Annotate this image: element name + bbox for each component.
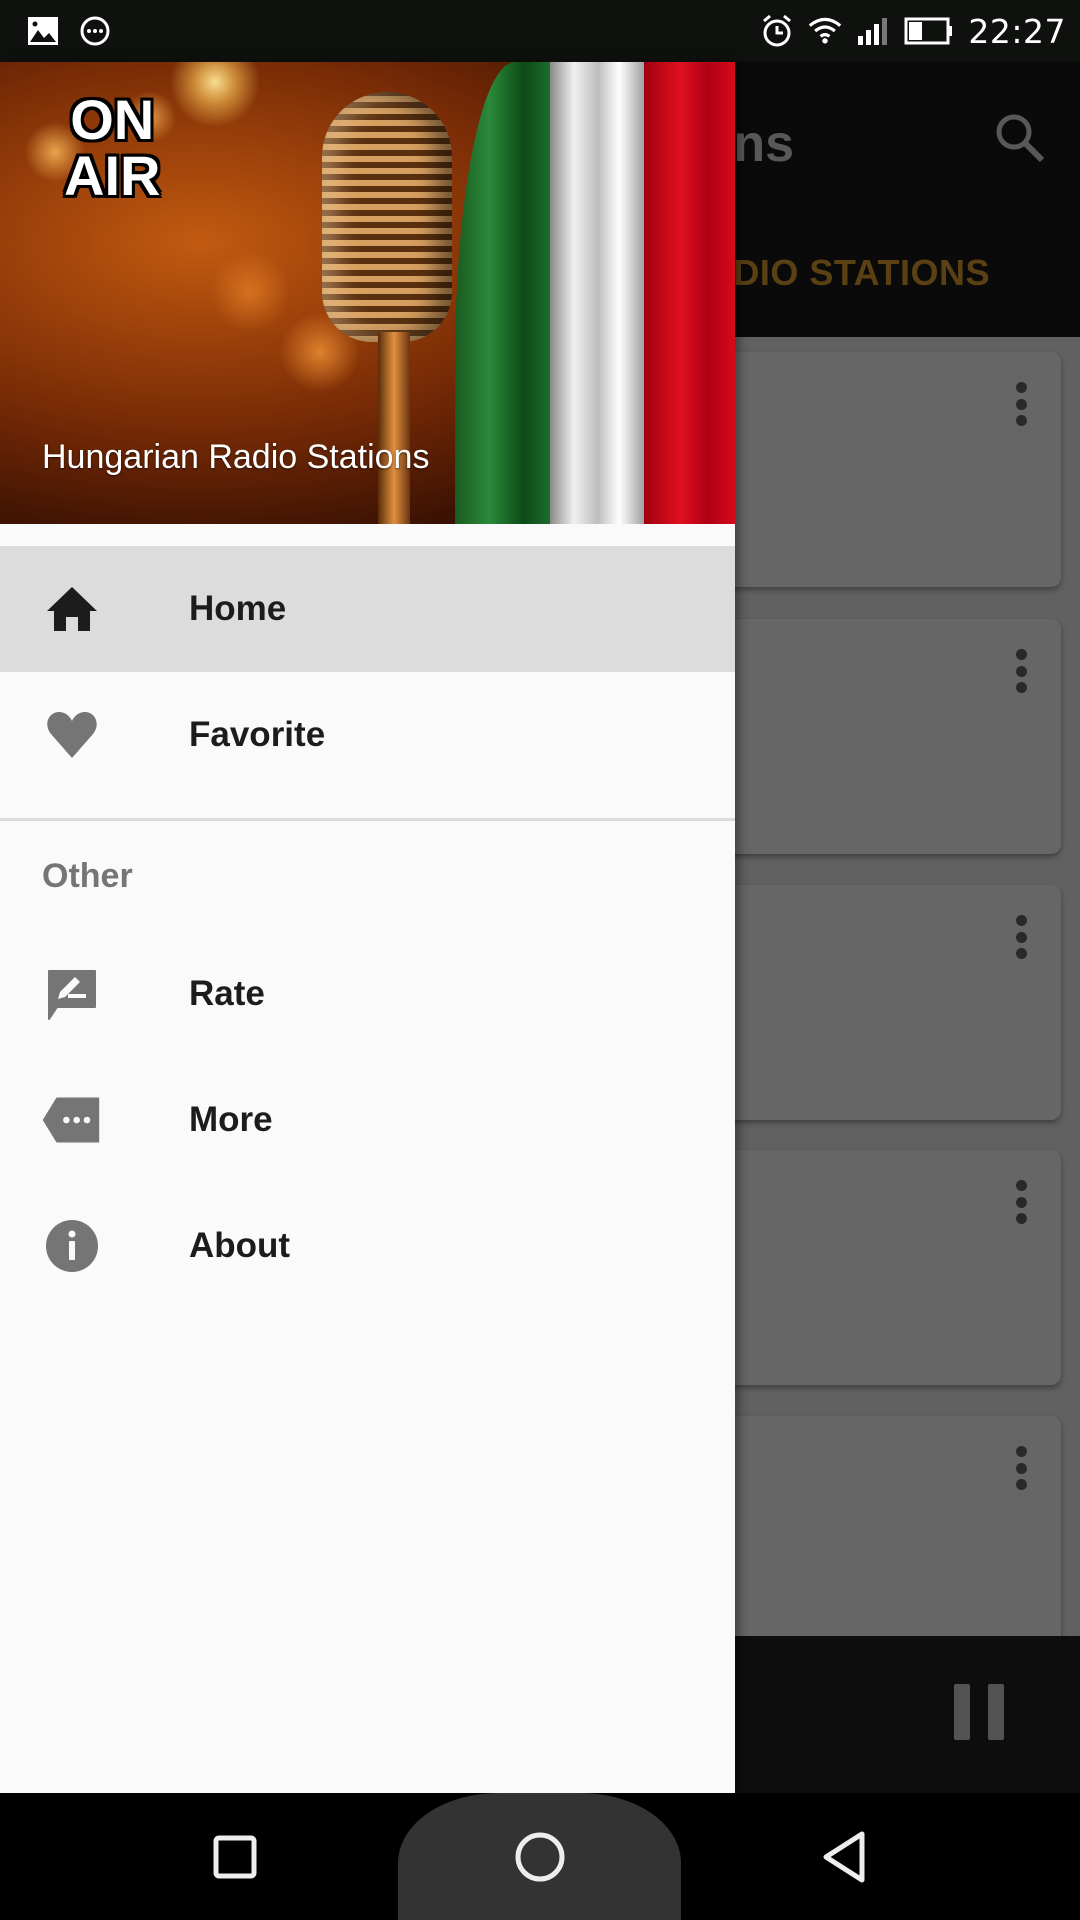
back-icon	[823, 1831, 865, 1882]
drawer-header: ON AIR Hungarian Radio Stations	[0, 62, 735, 524]
info-icon	[42, 1216, 102, 1276]
microphone-image	[322, 92, 452, 342]
flag-stripe-red	[644, 62, 735, 524]
drawer-menu: Home Favorite Other Rate More About	[0, 546, 735, 1309]
flag-stripe-green	[455, 62, 553, 524]
drawer-item-about[interactable]: About	[0, 1183, 735, 1309]
back-button[interactable]	[800, 1793, 890, 1920]
cellular-signal-icon	[856, 14, 890, 48]
system-nav-bar	[0, 1793, 1080, 1920]
home-icon	[42, 579, 102, 639]
drawer-section-header: Other	[42, 856, 133, 895]
drawer-header-title: Hungarian Radio Stations	[42, 438, 430, 476]
home-button[interactable]	[398, 1793, 681, 1920]
flag-stripe-white	[550, 62, 646, 524]
drawer-item-more[interactable]: More	[0, 1057, 735, 1183]
drawer-item-home[interactable]: Home	[0, 546, 735, 672]
drawer-item-label: Rate	[189, 974, 265, 1013]
drawer-item-favorite[interactable]: Favorite	[0, 672, 735, 798]
on-air-line2: AIR	[64, 144, 161, 207]
drawer-item-rate[interactable]: Rate	[0, 931, 735, 1057]
more-label-icon	[42, 1090, 102, 1150]
image-notification-icon	[26, 14, 60, 48]
home-circle-icon	[515, 1832, 564, 1881]
navigation-drawer: ON AIR Hungarian Radio Stations Home Fav…	[0, 62, 735, 1793]
drawer-item-label: About	[189, 1226, 291, 1265]
on-air-line1: ON	[70, 88, 155, 151]
drawer-item-label: More	[189, 1100, 273, 1139]
drawer-item-label: Favorite	[189, 715, 326, 754]
status-bar: 22:27	[0, 0, 1080, 62]
message-notification-icon	[78, 14, 112, 48]
battery-icon	[904, 14, 954, 48]
clock: 22:27	[968, 11, 1066, 51]
on-air-logo: ON AIR	[64, 92, 160, 204]
recents-button[interactable]	[190, 1793, 280, 1920]
rate-review-icon	[42, 964, 102, 1024]
heart-icon	[42, 705, 102, 765]
microphone-stand-image	[378, 332, 410, 524]
alarm-icon	[760, 14, 794, 48]
drawer-item-label: Home	[189, 589, 287, 628]
wifi-icon	[808, 14, 842, 48]
recents-icon	[213, 1835, 257, 1878]
